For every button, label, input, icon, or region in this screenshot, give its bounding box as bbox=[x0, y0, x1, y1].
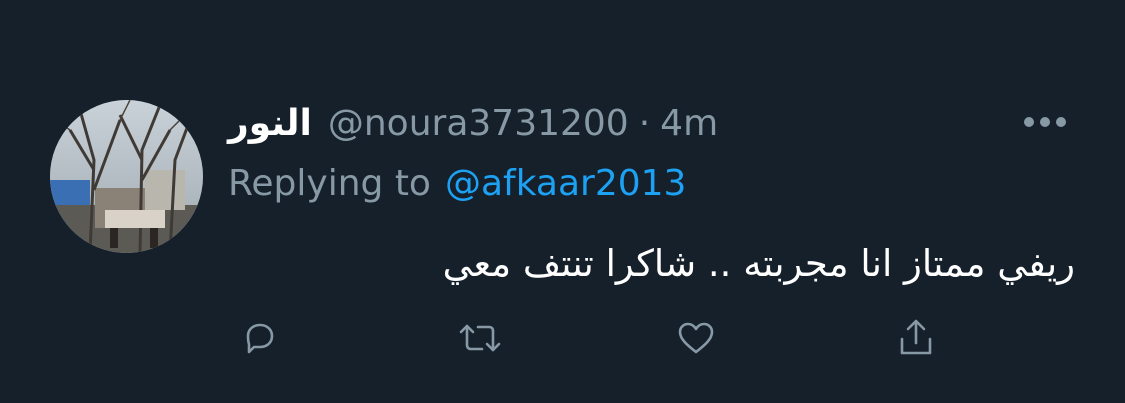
like-button[interactable] bbox=[668, 310, 724, 366]
display-name[interactable]: النور bbox=[228, 103, 312, 144]
more-horizontal-icon bbox=[1024, 117, 1066, 127]
tweet-header: النور @noura3731200 · 4m bbox=[228, 98, 718, 148]
tweet[interactable]: النور @noura3731200 · 4m Replying to @af… bbox=[0, 0, 1125, 403]
retweet-button[interactable] bbox=[452, 310, 508, 366]
heart-icon bbox=[678, 322, 714, 354]
tweet-text: ريفي ممتاز انا مجربته .. شاكرا تنتف معي bbox=[442, 242, 1075, 285]
avatar[interactable] bbox=[50, 100, 203, 253]
retweet-icon bbox=[459, 324, 501, 352]
action-bar bbox=[228, 310, 968, 366]
share-icon bbox=[900, 319, 932, 355]
user-handle[interactable]: @noura3731200 bbox=[328, 103, 629, 144]
separator-dot: · bbox=[638, 102, 651, 144]
reply-target-link[interactable]: @afkaar2013 bbox=[445, 163, 687, 204]
replying-to-label: Replying to bbox=[228, 162, 431, 204]
reply-bubble-icon bbox=[246, 323, 274, 354]
share-button[interactable] bbox=[888, 310, 944, 366]
more-options-button[interactable] bbox=[1017, 104, 1073, 140]
avatar-photo bbox=[50, 100, 203, 253]
timestamp[interactable]: 4m bbox=[660, 103, 718, 144]
replying-to: Replying to @afkaar2013 bbox=[228, 158, 686, 208]
reply-button[interactable] bbox=[232, 310, 288, 366]
